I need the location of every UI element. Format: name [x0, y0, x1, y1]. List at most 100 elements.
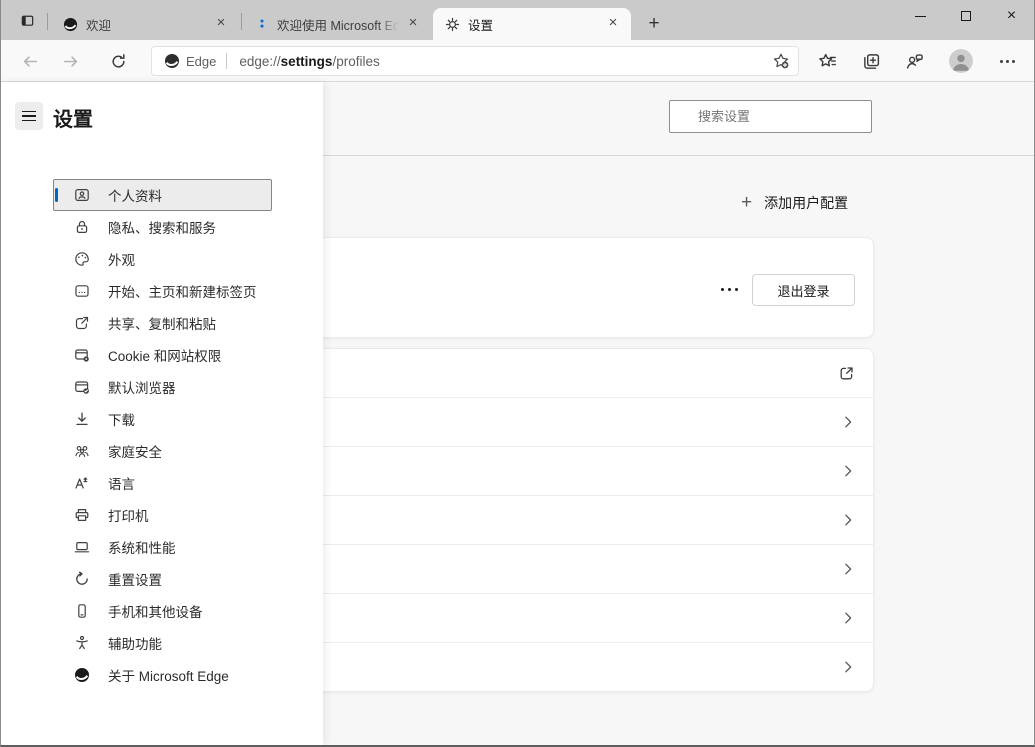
tab-welcome[interactable]: 欢迎 ×: [51, 8, 239, 40]
settings-title: 设置: [53, 103, 93, 132]
sidebar-item-downloads[interactable]: 下载: [53, 403, 272, 435]
edge-favicon: [63, 17, 78, 32]
add-profile-button[interactable]: + 添加用户配置: [741, 193, 848, 213]
back-icon: [22, 53, 39, 70]
forward-icon: [62, 53, 79, 70]
selected-accent-bar: [55, 188, 58, 202]
tab-title: 设置: [468, 15, 599, 34]
sidebar-item-phone-devices[interactable]: 手机和其他设备: [53, 595, 272, 627]
settings-search-box[interactable]: [669, 100, 872, 133]
favorites-button[interactable]: [813, 47, 841, 75]
person-chat-icon: [905, 52, 924, 71]
close-icon: ×: [1007, 8, 1016, 24]
sidebar-item-appearance[interactable]: 外观: [53, 243, 272, 275]
avatar-icon: [948, 48, 974, 74]
sidebar-item-printers[interactable]: 打印机: [53, 499, 272, 531]
chevron-right-icon: [841, 611, 855, 625]
sidebar-item-family-safety[interactable]: 家庭安全: [53, 435, 272, 467]
tab-close-icon[interactable]: ×: [405, 16, 421, 32]
default-browser-icon: [74, 379, 90, 395]
profile-card-icon: [74, 187, 90, 203]
appearance-icon: [74, 251, 90, 267]
sidebar-item-system-performance[interactable]: 系统和性能: [53, 531, 272, 563]
cookies-permissions-icon: [74, 347, 90, 363]
sidebar-item-privacy[interactable]: 隐私、搜索和服务: [53, 211, 272, 243]
address-separator: [226, 53, 227, 69]
collections-icon: [862, 52, 881, 71]
favorites-star-icon: [818, 52, 837, 71]
more-dots-icon: [1000, 60, 1015, 63]
header-divider: [323, 155, 1034, 156]
external-link-icon: [838, 365, 855, 382]
tab-close-icon[interactable]: ×: [605, 16, 621, 32]
chevron-right-icon: [841, 660, 855, 674]
collections-button[interactable]: [857, 47, 885, 75]
sidebar-item-share-copy-paste[interactable]: 共享、复制和粘贴: [53, 307, 272, 339]
plus-icon: +: [741, 194, 752, 212]
chevron-right-icon: [841, 513, 855, 527]
sidebar-item-reset-settings[interactable]: 重置设置: [53, 563, 272, 595]
browser-toolbar: Edge edge://settings/profiles: [1, 40, 1034, 82]
reset-settings-icon: [74, 571, 90, 587]
phone-devices-icon: [74, 603, 90, 619]
close-button[interactable]: ×: [989, 0, 1034, 32]
chevron-right-icon: [841, 464, 855, 478]
sidebar-item-languages[interactable]: 语言: [53, 467, 272, 499]
tab-settings[interactable]: 设置 ×: [433, 8, 631, 40]
share-copy-paste-icon: [74, 315, 90, 331]
settings-nav-overlay: 设置 个人资料 隐私、搜索和服务 外观 开始、主页和新建标签页: [1, 82, 323, 745]
add-profile-label: 添加用户配置: [764, 193, 848, 213]
maximize-button[interactable]: [943, 0, 988, 32]
tab-actions-icon: [20, 13, 35, 28]
tab-bar: 欢迎 × 欢迎使用 Microsoft Edg × 设置 × + ×: [1, 0, 1034, 40]
settings-search-input[interactable]: [696, 108, 876, 125]
address-bar[interactable]: Edge edge://settings/profiles: [151, 46, 799, 76]
settings-nav: 个人资料 隐私、搜索和服务 外观 开始、主页和新建标签页 共享、复制和粘贴 Co: [53, 179, 272, 691]
site-badge-label: Edge: [186, 54, 216, 69]
minimize-button[interactable]: [898, 0, 943, 32]
sidebar-item-cookies-permissions[interactable]: Cookie 和网站权限: [53, 339, 272, 371]
url-text: edge://settings/profiles: [239, 54, 772, 69]
tab-title: 欢迎: [86, 15, 207, 34]
printer-icon: [74, 507, 90, 523]
lock-icon: [74, 219, 90, 235]
profile-more-button[interactable]: [714, 278, 744, 300]
tab-actions-menu-button[interactable]: [13, 9, 41, 32]
edge-browser-window: 欢迎 × 欢迎使用 Microsoft Edg × 设置 × + ×: [0, 0, 1035, 747]
languages-icon: [74, 475, 90, 491]
forward-button[interactable]: [55, 46, 85, 76]
refresh-button[interactable]: [103, 46, 133, 76]
chevron-right-icon: [841, 562, 855, 576]
gear-favicon: [445, 17, 460, 32]
sidebar-item-accessibility[interactable]: 辅助功能: [53, 627, 272, 659]
tab-title: 欢迎使用 Microsoft Edg: [277, 15, 399, 34]
menu-toggle-button[interactable]: [15, 102, 43, 130]
new-tab-button[interactable]: +: [641, 11, 667, 37]
sign-out-button[interactable]: 退出登录: [752, 274, 855, 306]
sidebar-item-start-home-newtab[interactable]: 开始、主页和新建标签页: [53, 275, 272, 307]
downloads-icon: [74, 411, 90, 427]
tab-separator: [241, 13, 242, 30]
refresh-icon: [110, 53, 127, 70]
blue-dots-favicon: [255, 17, 269, 31]
feedback-button[interactable]: [900, 47, 928, 75]
system-performance-icon: [74, 539, 90, 555]
back-button[interactable]: [15, 46, 45, 76]
chevron-right-icon: [841, 415, 855, 429]
tab-welcome-to-edge[interactable]: 欢迎使用 Microsoft Edg ×: [243, 8, 431, 40]
tab-title-fade: [377, 15, 399, 34]
start-home-tabs-icon: [74, 283, 90, 299]
tab-close-icon[interactable]: ×: [213, 16, 229, 32]
sidebar-item-profiles[interactable]: 个人资料: [53, 179, 272, 211]
family-safety-icon: [74, 443, 90, 459]
site-badge[interactable]: Edge: [152, 53, 226, 69]
maximize-icon: [961, 11, 971, 21]
sidebar-item-about-edge[interactable]: 关于 Microsoft Edge: [53, 659, 272, 691]
add-favorite-button[interactable]: [772, 52, 790, 70]
hamburger-icon: [22, 111, 36, 113]
profile-avatar-button[interactable]: [946, 47, 976, 75]
sidebar-item-default-browser[interactable]: 默认浏览器: [53, 371, 272, 403]
edge-logo-icon: [74, 667, 90, 683]
minimize-icon: [915, 16, 926, 17]
settings-more-button[interactable]: [993, 47, 1021, 75]
